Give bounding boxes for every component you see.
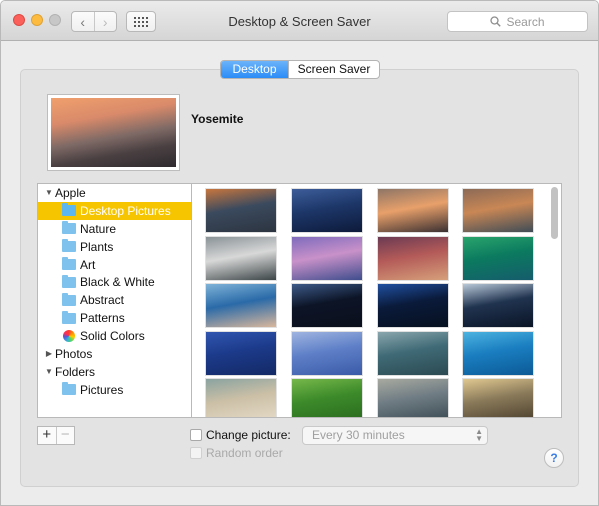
source-item-solid-colors[interactable]: Solid Colors (38, 327, 191, 345)
tab-bar: Desktop Screen Saver (220, 60, 380, 79)
color-wheel-icon (63, 330, 75, 343)
wallpaper-grid (191, 183, 562, 418)
tab-desktop[interactable]: Desktop (221, 61, 288, 78)
wallpaper-thumbnail[interactable] (463, 237, 533, 280)
source-item-nature[interactable]: Nature (38, 220, 191, 238)
wallpaper-thumbnail[interactable] (463, 284, 533, 327)
search-icon (490, 16, 502, 27)
wallpaper-thumbnail[interactable] (463, 379, 533, 417)
source-item-label: Patterns (80, 311, 125, 326)
add-folder-button[interactable]: + (38, 427, 56, 444)
source-item-label: Folders (55, 364, 96, 379)
tab-screen-saver[interactable]: Screen Saver (288, 61, 379, 78)
wallpaper-thumbnail[interactable] (206, 237, 276, 280)
change-interval-popup[interactable]: Every 30 minutes ▲ ▼ (302, 426, 488, 445)
interval-value: Every 30 minutes (312, 428, 405, 442)
folder-icon (62, 257, 76, 270)
wallpaper-thumbnail[interactable] (378, 379, 448, 417)
wallpaper-thumbnail[interactable] (463, 332, 533, 375)
disclosure-down-icon[interactable]: ▼ (43, 188, 55, 197)
source-item-label: Abstract (80, 293, 125, 308)
current-wallpaper-preview (47, 94, 180, 171)
source-item-label: Black & White (80, 275, 155, 290)
search-field[interactable]: Search (447, 11, 588, 32)
wallpaper-thumbnail[interactable] (206, 189, 276, 232)
wallpaper-thumbnail[interactable] (292, 332, 362, 375)
source-item-label: Plants (80, 239, 114, 254)
source-item-label: Art (80, 257, 96, 272)
disclosure-down-icon[interactable]: ▼ (43, 367, 55, 376)
source-item-label: Photos (55, 346, 93, 361)
grid-scrollbar[interactable] (551, 187, 558, 239)
source-item-label: Pictures (80, 382, 124, 397)
wallpaper-thumbnail[interactable] (378, 237, 448, 280)
source-item-label: Solid Colors (80, 329, 145, 344)
remove-folder-button[interactable]: − (55, 427, 75, 444)
wallpaper-thumbnail[interactable] (206, 284, 276, 327)
folder-icon (62, 274, 76, 288)
wallpaper-thumbnail[interactable] (292, 379, 362, 417)
preferences-window: ‹ › Desktop & Screen Saver Search Deskto… (0, 0, 599, 506)
help-button[interactable]: ? (544, 448, 564, 468)
wallpaper-preview-image (51, 98, 176, 167)
source-item-pictures[interactable]: Pictures (38, 381, 191, 399)
wallpaper-thumbnail[interactable] (378, 189, 448, 232)
source-item-art[interactable]: Art (38, 256, 191, 274)
folder-icon (62, 310, 76, 324)
folder-icon (62, 203, 76, 217)
wallpaper-thumbnail[interactable] (206, 332, 276, 375)
wallpaper-thumbnail[interactable] (292, 237, 362, 280)
source-item-plants[interactable]: Plants (38, 238, 191, 256)
folder-icon (62, 382, 76, 396)
source-item-label: Desktop Pictures (80, 203, 171, 218)
wallpaper-thumbnail[interactable] (463, 189, 533, 232)
source-item-label: Apple (55, 185, 86, 200)
wallpaper-name: Yosemite (191, 112, 244, 126)
disclosure-right-icon[interactable]: ▶ (43, 349, 55, 358)
change-picture-label: Change picture: (206, 428, 291, 442)
source-group-apple[interactable]: ▼ Apple (38, 184, 191, 202)
folder-icon (62, 239, 76, 253)
random-order-label: Random order (206, 446, 283, 460)
wallpaper-thumbnail[interactable] (292, 189, 362, 232)
source-item-label: Nature (80, 221, 117, 236)
popup-arrows-icon: ▲ ▼ (475, 427, 483, 443)
wallpaper-thumbnail[interactable] (378, 284, 448, 327)
source-item-patterns[interactable]: Patterns (38, 309, 191, 327)
search-placeholder: Search (506, 14, 545, 29)
wallpaper-thumbnail[interactable] (206, 379, 276, 417)
folder-icon (62, 292, 76, 306)
source-group-photos[interactable]: ▶ Photos (38, 345, 191, 363)
change-picture-checkbox[interactable] (190, 429, 202, 441)
source-item-abstract[interactable]: Abstract (38, 291, 191, 309)
folder-add-remove: + − (37, 426, 75, 445)
random-order-checkbox[interactable] (190, 447, 202, 459)
source-list: ▼ Apple Desktop Pictures Nature Plants A… (37, 183, 191, 418)
source-item-desktop-pictures[interactable]: Desktop Pictures (38, 201, 191, 220)
title-bar[interactable]: ‹ › Desktop & Screen Saver Search (1, 1, 598, 41)
wallpaper-thumbnail[interactable] (378, 332, 448, 375)
wallpaper-thumbnail[interactable] (292, 284, 362, 327)
source-item-black-white[interactable]: Black & White (38, 273, 191, 291)
source-group-folders[interactable]: ▼ Folders (38, 363, 191, 381)
folder-icon (62, 221, 76, 235)
